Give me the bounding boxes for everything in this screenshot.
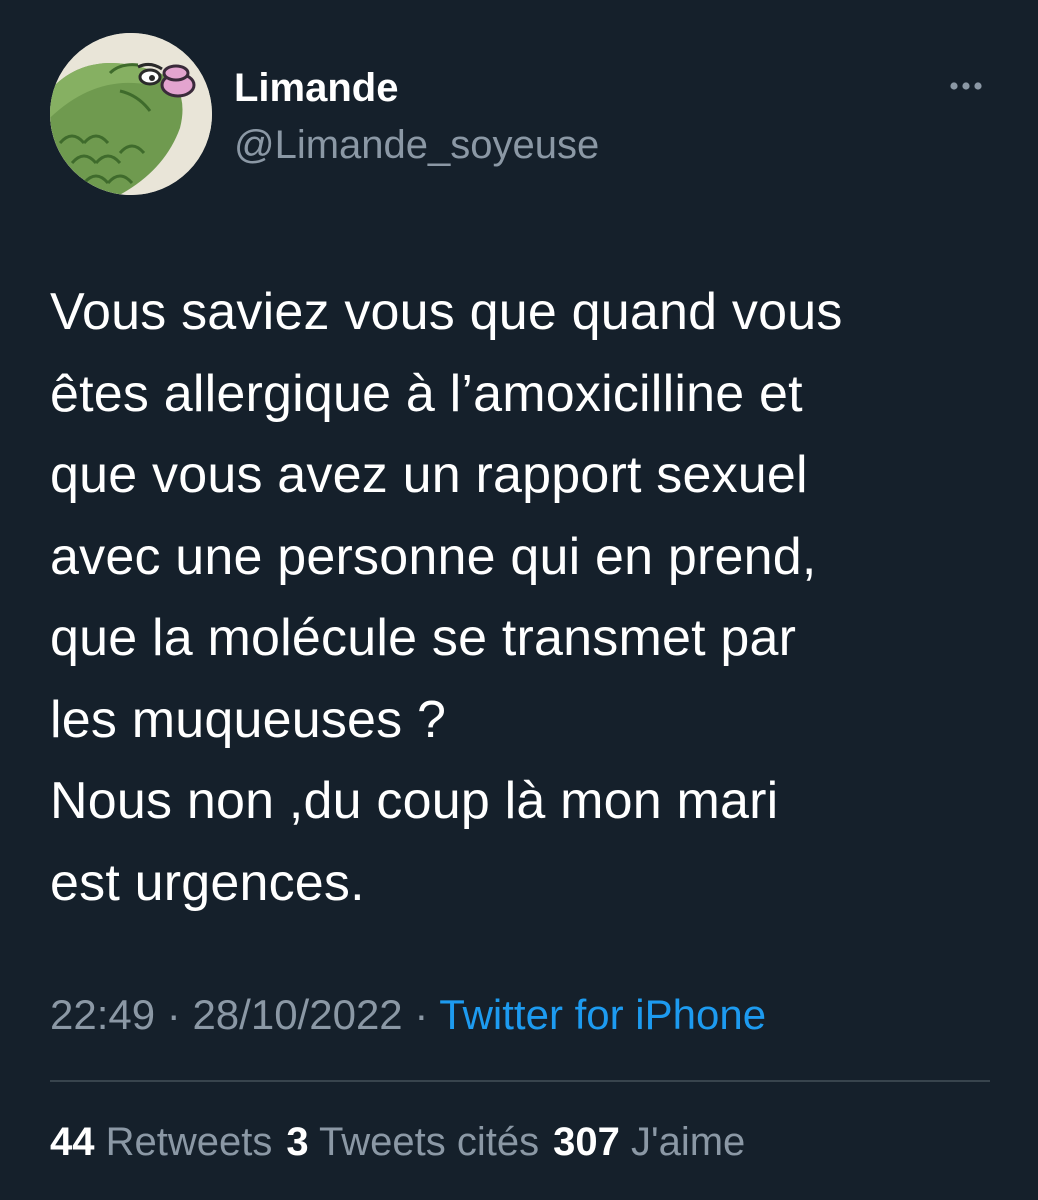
likes-count: 307 <box>553 1120 620 1164</box>
tweet-time[interactable]: 22:49 <box>50 991 155 1038</box>
quotes-label: Tweets cités <box>319 1120 540 1164</box>
quotes-count: 3 <box>286 1120 309 1164</box>
tweet-metadata: 22:49 · 28/10/2022 · Twitter for iPhone <box>50 990 766 1040</box>
tweet-source-link[interactable]: Twitter for iPhone <box>439 991 766 1038</box>
meta-separator: · <box>166 991 181 1038</box>
engagement-stats: 44 Retweets 3 Tweets cités 307 J'aime <box>50 1118 759 1166</box>
likes-label: J'aime <box>630 1120 746 1164</box>
retweets-stat[interactable]: 44 Retweets <box>50 1120 272 1164</box>
tweet-text: Vous saviez vous que quand vous êtes all… <box>50 283 843 912</box>
tweet-date[interactable]: 28/10/2022 <box>192 991 402 1038</box>
divider <box>50 1080 990 1082</box>
quotes-stat[interactable]: 3 Tweets cités <box>286 1120 539 1164</box>
fish-avatar-icon <box>50 33 212 195</box>
more-options-button[interactable] <box>940 66 992 106</box>
more-horizontal-icon <box>950 82 982 90</box>
retweets-count: 44 <box>50 1120 95 1164</box>
author-name[interactable]: Limande <box>234 64 398 112</box>
author-handle[interactable]: @Limande_soyeuse <box>234 121 599 169</box>
likes-stat[interactable]: 307 J'aime <box>553 1120 745 1164</box>
avatar[interactable] <box>50 33 212 195</box>
tweet-detail: Limande @Limande_soyeuse Vous saviez vou… <box>0 0 1038 1200</box>
meta-separator: · <box>414 991 429 1038</box>
retweets-label: Retweets <box>105 1120 273 1164</box>
